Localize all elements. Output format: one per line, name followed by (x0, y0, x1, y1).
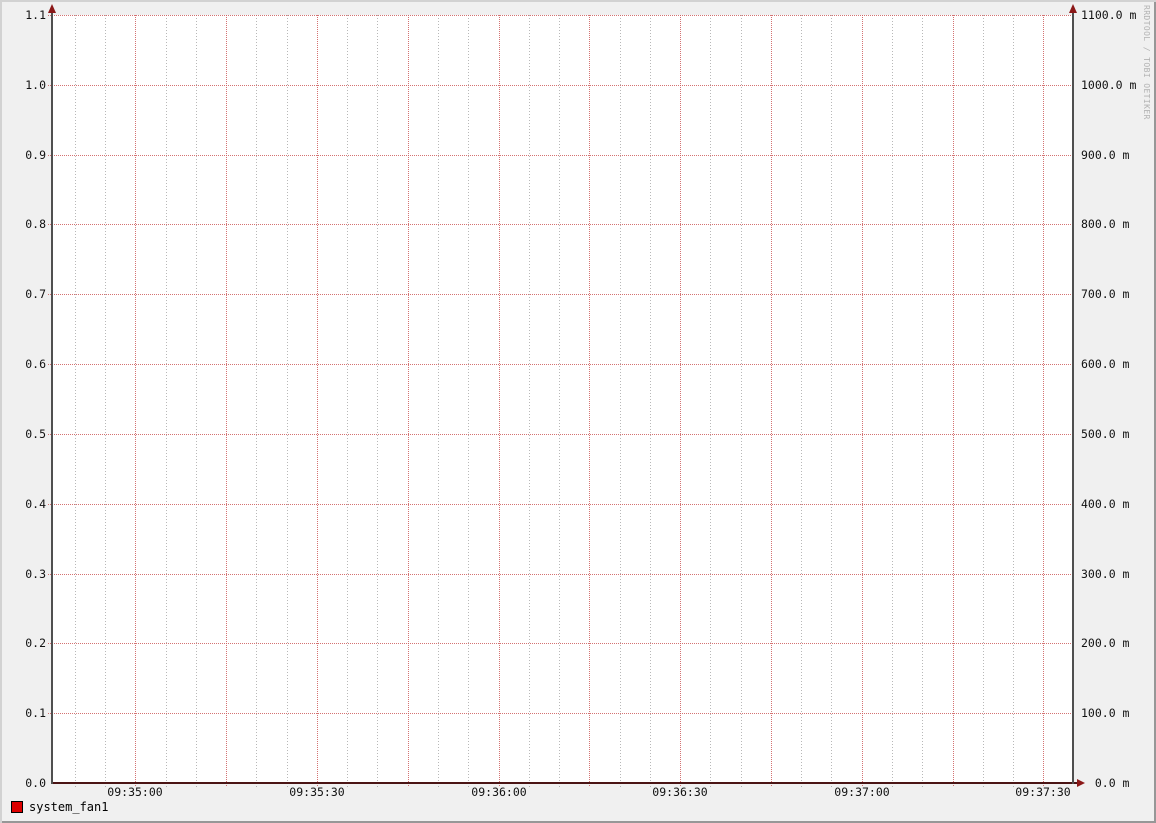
grid-line-horizontal-major (48, 224, 1073, 225)
x-axis-label: 09:37:30 (1015, 785, 1071, 799)
grid-line-vertical-major (499, 15, 500, 787)
grid-line-vertical-minor (529, 15, 530, 787)
grid-line-horizontal-major (48, 364, 1073, 365)
grid-line-horizontal-major (48, 643, 1073, 644)
y-axis-left-label: 0.1 (25, 706, 46, 720)
grid-line-vertical-minor (741, 15, 742, 787)
grid-line-horizontal-major (48, 504, 1073, 505)
y-axis-left-label: 0.7 (25, 287, 46, 301)
y-axis-right-label: 400.0 m (1081, 497, 1130, 511)
y-axis-right-label: 800.0 m (1081, 217, 1130, 231)
y-axis-left-label: 0.2 (25, 636, 46, 650)
grid-line-vertical-minor (105, 15, 106, 787)
grid-line-vertical-major (589, 15, 590, 787)
y-axis-right-label: 700.0 m (1081, 287, 1130, 301)
y-axis-left-label: 0.5 (25, 427, 46, 441)
y-axis-left-label: 0.9 (25, 148, 46, 162)
y-axis-left-line (51, 10, 53, 784)
x-axis-label: 09:37:00 (834, 785, 890, 799)
grid-line-vertical-minor (892, 15, 893, 787)
x-axis-label: 09:35:30 (289, 785, 345, 799)
y-axis-left-label: 0.6 (25, 357, 46, 371)
grid-line-vertical-minor (710, 15, 711, 787)
y-axis-left-label: 0.4 (25, 497, 46, 511)
grid-line-vertical-major (135, 15, 136, 787)
rrdtool-graph: 1.1 1.0 0.9 0.8 0.7 0.6 0.5 0.4 0.3 0.2 0.1 0.0 1100… (0, 0, 1156, 823)
grid-line-vertical-major (953, 15, 954, 787)
watermark-text: RRDTOOL / TOBI OETIKER (1142, 5, 1151, 120)
grid-line-vertical-minor (75, 15, 76, 787)
grid-line-vertical-major (680, 15, 681, 787)
y-axis-left-label: 1.1 (25, 8, 46, 22)
grid-line-vertical-minor (256, 15, 257, 787)
y-axis-right-arrow-icon (1069, 4, 1077, 13)
y-axis-left-label: 0.3 (25, 567, 46, 581)
grid-line-vertical-minor (922, 15, 923, 787)
y-axis-right-label: 1100.0 m (1081, 8, 1137, 22)
grid-line-vertical-minor (438, 15, 439, 787)
y-axis-right-label: 300.0 m (1081, 567, 1130, 581)
y-axis-right-label: 500.0 m (1081, 427, 1130, 441)
legend-label: system_fan1 (29, 800, 109, 814)
y-axis-right-label: 900.0 m (1081, 148, 1130, 162)
plot-area (52, 15, 1073, 783)
grid-line-vertical-minor (347, 15, 348, 787)
grid-line-vertical-minor (1013, 15, 1014, 787)
x-axis-line (52, 782, 1078, 784)
grid-line-horizontal-major (48, 713, 1073, 714)
grid-line-vertical-minor (983, 15, 984, 787)
grid-line-vertical-minor (196, 15, 197, 787)
x-axis-label: 09:36:30 (652, 785, 708, 799)
grid-line-vertical-major (317, 15, 318, 787)
grid-line-vertical-major (1043, 15, 1044, 787)
y-axis-right-label: 100.0 m (1081, 706, 1130, 720)
grid-line-vertical-minor (287, 15, 288, 787)
y-axis-right-label: 0.0 m (1081, 776, 1130, 790)
grid-line-horizontal-major (48, 434, 1073, 435)
grid-line-horizontal-major (48, 15, 1073, 16)
y-axis-right-label: 200.0 m (1081, 636, 1130, 650)
grid-line-horizontal-major (48, 574, 1073, 575)
y-axis-right-label: 600.0 m (1081, 357, 1130, 371)
y-axis-left-label: 0.8 (25, 217, 46, 231)
grid-line-horizontal-major (48, 294, 1073, 295)
grid-line-vertical-major (771, 15, 772, 787)
grid-line-vertical-minor (650, 15, 651, 787)
y-axis-right-line (1072, 10, 1074, 784)
y-axis-left-label: 0.0 (25, 776, 46, 790)
grid-line-vertical-minor (801, 15, 802, 787)
legend-swatch-system-fan1 (11, 801, 23, 813)
y-axis-right-label: 1000.0 m (1081, 78, 1137, 92)
grid-line-vertical-minor (831, 15, 832, 787)
grid-line-vertical-minor (559, 15, 560, 787)
y-axis-left-arrow-icon (48, 4, 56, 13)
grid-line-vertical-minor (377, 15, 378, 787)
x-axis-label: 09:36:00 (471, 785, 527, 799)
grid-line-horizontal-major (48, 155, 1073, 156)
grid-line-horizontal-major (48, 85, 1073, 86)
grid-line-vertical-major (408, 15, 409, 787)
grid-line-vertical-minor (166, 15, 167, 787)
grid-line-vertical-major (862, 15, 863, 787)
grid-line-vertical-minor (620, 15, 621, 787)
y-axis-left-label: 1.0 (25, 78, 46, 92)
grid-line-vertical-major (226, 15, 227, 787)
grid-line-vertical-minor (468, 15, 469, 787)
x-axis-label: 09:35:00 (107, 785, 163, 799)
